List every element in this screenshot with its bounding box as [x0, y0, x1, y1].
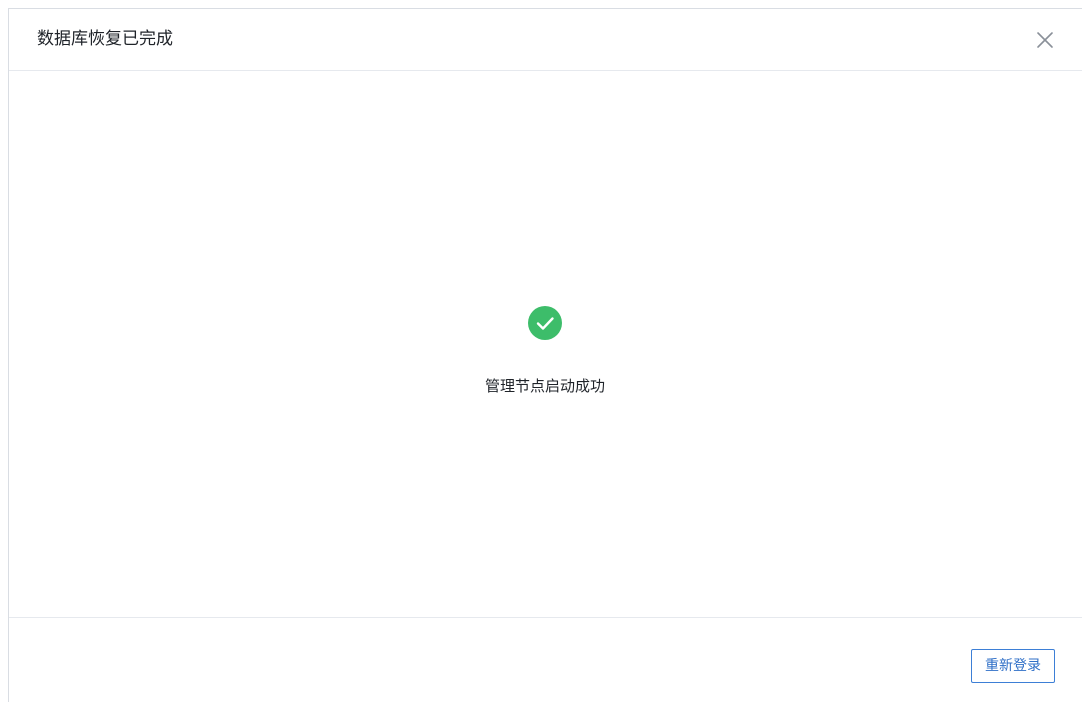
result-message: 管理节点启动成功	[484, 377, 605, 395]
dialog-footer: 重新登录	[9, 617, 1082, 702]
dialog-body: 管理节点启动成功	[9, 71, 1082, 617]
close-icon	[1037, 32, 1053, 48]
relogin-button[interactable]: 重新登录	[971, 649, 1055, 683]
dialog-header: 数据库恢复已完成	[9, 9, 1082, 71]
dialog-title: 数据库恢复已完成	[37, 29, 173, 49]
restore-complete-dialog: 数据库恢复已完成 管理节点启动成功 重新登录	[8, 8, 1082, 702]
check-circle-icon	[528, 306, 562, 340]
close-button[interactable]	[1034, 29, 1056, 51]
